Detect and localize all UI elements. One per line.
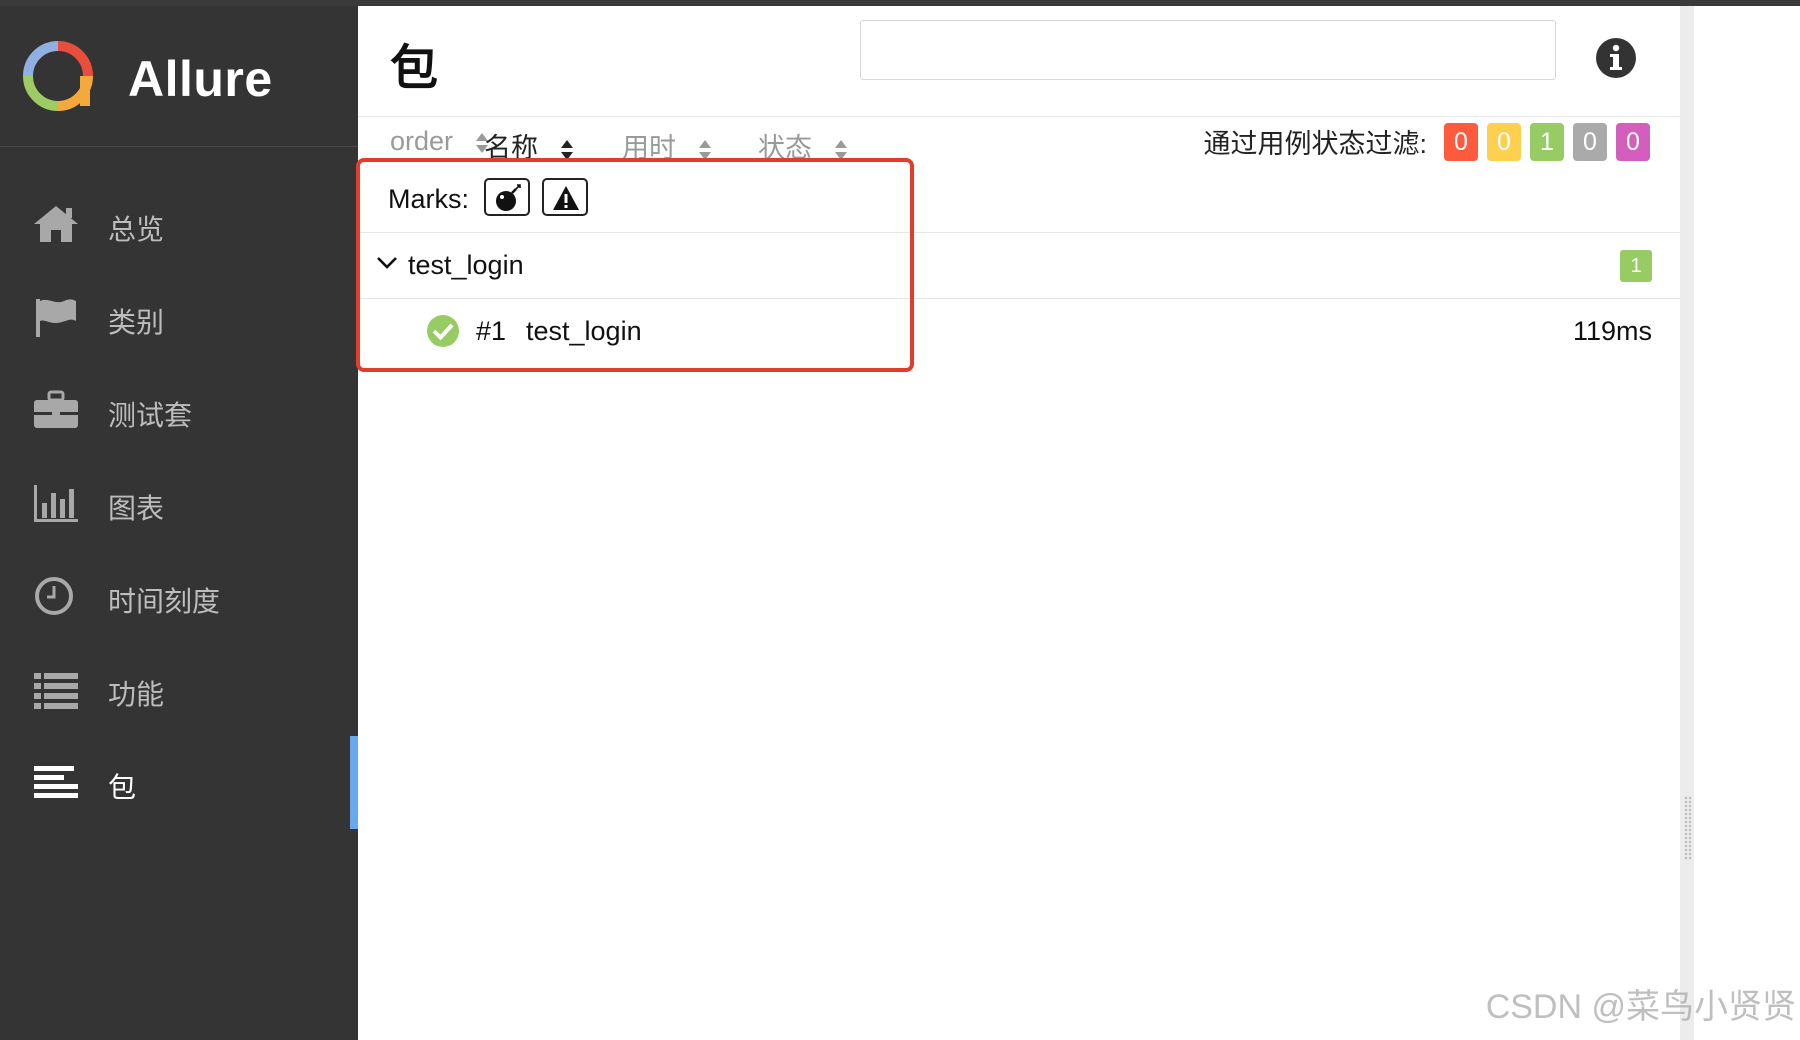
- sidebar-item-label: 时间刻度: [108, 586, 221, 617]
- flag-icon: [36, 299, 76, 337]
- sort-icon: [699, 139, 711, 160]
- test-name: test_login: [526, 316, 642, 346]
- splitter-grip-handle[interactable]: [1684, 796, 1692, 860]
- pane-splitter[interactable]: [1680, 6, 1694, 1040]
- sidebar-item-label: 功能: [108, 679, 165, 710]
- allure-report-window: Allure 总览 类别 测试套 图表 时间刻度 功能 包 包 order 名称…: [0, 0, 1800, 1040]
- flaky-mark-toggle[interactable]: [484, 178, 530, 216]
- passed-count-badge: 1: [1620, 250, 1652, 282]
- clock-icon: [35, 577, 73, 615]
- sidebar-item-behaviors[interactable]: 功能: [0, 643, 358, 736]
- detail-pane: [1694, 6, 1800, 1040]
- sidebar-item-categories[interactable]: 类别: [0, 271, 358, 364]
- warning-icon: [553, 186, 579, 210]
- sidebar-item-suites[interactable]: 测试套: [0, 364, 358, 457]
- sidebar-item-label: 类别: [108, 307, 165, 338]
- info-icon[interactable]: [1594, 36, 1638, 80]
- sort-header: order 名称 用时 状态 通过用例状态过滤: 0 0 1 0 0: [358, 116, 1680, 166]
- test-case-row[interactable]: #1 test_login 119ms: [394, 298, 1680, 364]
- sidebar-item-timeline[interactable]: 时间刻度: [0, 550, 358, 643]
- list-icon: [34, 673, 78, 709]
- filter-passed-button[interactable]: 1: [1530, 122, 1564, 161]
- filter-unknown-button[interactable]: 0: [1616, 122, 1650, 161]
- search-input[interactable]: [860, 20, 1556, 80]
- watermark: CSDN @菜鸟小贤贤: [1485, 988, 1796, 1026]
- bomb-icon: [496, 184, 521, 211]
- status-filter: 通过用例状态过滤: 0 0 1 0 0: [1203, 122, 1650, 161]
- sort-icon: [561, 139, 573, 160]
- sidebar: Allure 总览 类别 测试套 图表 时间刻度 功能 包: [0, 6, 358, 1040]
- sidebar-item-label: 图表: [108, 493, 165, 524]
- filter-skipped-button[interactable]: 0: [1573, 122, 1607, 161]
- briefcase-icon: [34, 390, 78, 428]
- sort-column-label: order: [390, 126, 454, 156]
- sidebar-item-label: 测试套: [108, 400, 193, 431]
- sidebar-item-graphs[interactable]: 图表: [0, 457, 358, 550]
- tree-group-row[interactable]: test_login 1: [358, 232, 1680, 299]
- test-duration: 119ms: [1572, 316, 1652, 346]
- brand-name: Allure: [128, 51, 273, 107]
- sort-column-label: 状态: [758, 133, 812, 163]
- marks-row: Marks:: [358, 166, 1680, 233]
- sort-column-label: 名称: [484, 133, 538, 163]
- active-indicator: [350, 736, 358, 829]
- status-filter-label: 通过用例状态过滤:: [1203, 129, 1427, 159]
- sidebar-item-overview[interactable]: 总览: [0, 178, 358, 271]
- sort-column-name[interactable]: 名称: [484, 126, 574, 165]
- sort-icon: [835, 139, 847, 160]
- sort-column-order[interactable]: order: [390, 126, 489, 157]
- sort-column-label: 用时: [622, 133, 676, 163]
- new-failed-mark-toggle[interactable]: [542, 178, 588, 216]
- sidebar-nav: 总览 类别 测试套 图表 时间刻度 功能 包: [0, 178, 358, 829]
- allure-logo-icon: [23, 41, 93, 111]
- main-pane: 包 order 名称 用时 状态 通过用例状态过滤: 0 0 1 0 0 Mar…: [358, 6, 1680, 1040]
- marks-label: Marks:: [388, 184, 469, 214]
- sort-column-status[interactable]: 状态: [758, 126, 848, 165]
- filter-broken-button[interactable]: 0: [1487, 122, 1521, 161]
- sort-column-duration[interactable]: 用时: [622, 126, 712, 165]
- pane-header: 包: [358, 6, 1680, 117]
- passed-check-icon: [427, 315, 459, 347]
- home-icon: [34, 206, 78, 242]
- bar-chart-icon: [34, 485, 78, 522]
- tree-group-name: test_login: [408, 250, 524, 280]
- test-order: #1: [476, 316, 507, 346]
- chevron-down-icon: [377, 257, 397, 269]
- sidebar-item-packages[interactable]: 包: [0, 736, 358, 829]
- filter-failed-button[interactable]: 0: [1444, 122, 1478, 161]
- align-left-icon: [34, 766, 78, 798]
- sidebar-item-label: 包: [108, 772, 137, 803]
- page-title: 包: [390, 40, 439, 96]
- brand-header[interactable]: Allure: [0, 6, 358, 147]
- sidebar-item-label: 总览: [108, 214, 165, 245]
